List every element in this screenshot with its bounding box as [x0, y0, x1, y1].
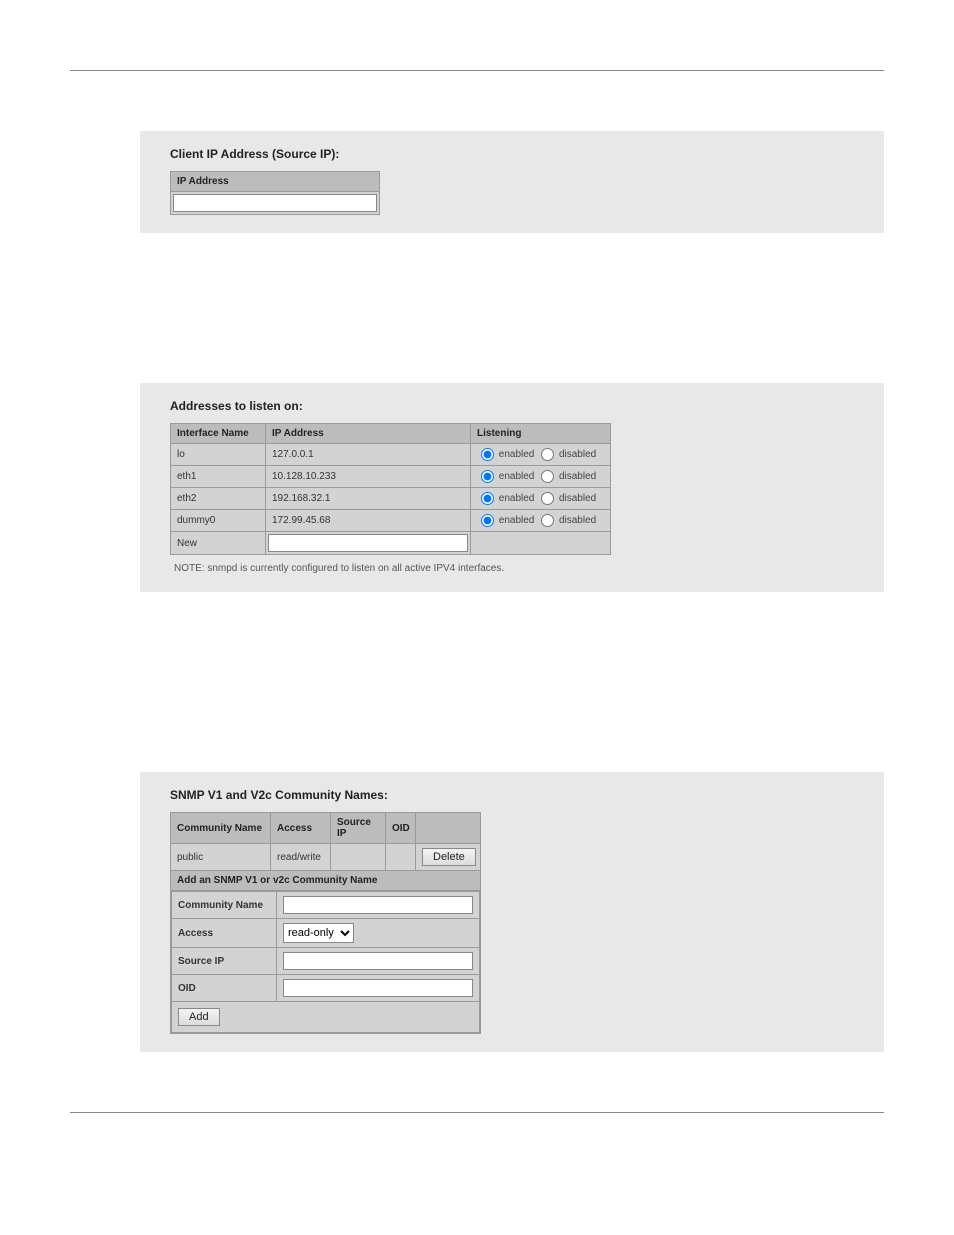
listen-ip: 192.168.32.1 — [266, 488, 471, 510]
table-row: eth110.128.10.233 enabled disabled — [171, 466, 611, 488]
listen-enabled-label: enabled — [499, 515, 535, 526]
listen-ip: 10.128.10.233 — [266, 466, 471, 488]
listen-iface: eth1 — [171, 466, 266, 488]
listen-disabled-label: disabled — [559, 515, 596, 526]
listen-disabled-radio[interactable] — [541, 470, 554, 483]
listen-ip: 172.99.45.68 — [266, 510, 471, 532]
listen-iface: dummy0 — [171, 510, 266, 532]
table-row: dummy0172.99.45.68 enabled disabled — [171, 510, 611, 532]
listen-disabled-label: disabled — [559, 471, 596, 482]
community-oid — [386, 844, 416, 871]
community-table: Community Name Access Source IP OID publ… — [170, 812, 481, 1034]
table-row: lo127.0.0.1 enabled disabled — [171, 444, 611, 466]
listen-enabled-radio[interactable] — [481, 448, 494, 461]
form-name-label: Community Name — [178, 900, 263, 911]
listen-radio-cell: enabled disabled — [471, 488, 611, 510]
form-source-label: Source IP — [178, 956, 224, 967]
listen-new-input[interactable] — [268, 534, 468, 552]
page: Client IP Address (Source IP): IP Addres… — [0, 0, 954, 1113]
listen-disabled-radio[interactable] — [541, 492, 554, 505]
form-source-input[interactable] — [283, 952, 473, 970]
client-ip-table: IP Address — [170, 171, 380, 215]
table-row: eth2192.168.32.1 enabled disabled — [171, 488, 611, 510]
client-ip-header: IP Address — [171, 172, 380, 192]
listen-enabled-radio[interactable] — [481, 492, 494, 505]
community-action: Delete — [416, 844, 481, 871]
community-panel: SNMP V1 and V2c Community Names: Communi… — [140, 772, 884, 1052]
community-header-oid: OID — [386, 813, 416, 844]
community-header-access: Access — [271, 813, 331, 844]
form-access-select[interactable]: read-onlyread/write — [283, 923, 354, 943]
community-header-source: Source IP — [331, 813, 386, 844]
listen-enabled-label: enabled — [499, 471, 535, 482]
client-ip-panel: Client IP Address (Source IP): IP Addres… — [140, 131, 884, 233]
community-header-name: Community Name — [171, 813, 271, 844]
client-ip-input[interactable] — [173, 194, 377, 212]
delete-button[interactable]: Delete — [422, 848, 476, 866]
listen-radio-cell: enabled disabled — [471, 510, 611, 532]
listen-disabled-radio[interactable] — [541, 448, 554, 461]
listen-header-listening: Listening — [471, 424, 611, 444]
form-oid-label: OID — [178, 983, 196, 994]
listen-radio-cell: enabled disabled — [471, 444, 611, 466]
table-row: publicread/write Delete — [171, 844, 481, 871]
listen-header-ip: IP Address — [266, 424, 471, 444]
community-name: public — [171, 844, 271, 871]
listen-iface: lo — [171, 444, 266, 466]
add-button[interactable]: Add — [178, 1008, 220, 1026]
listen-disabled-label: disabled — [559, 493, 596, 504]
listen-iface: eth2 — [171, 488, 266, 510]
listen-table: Interface Name IP Address Listening lo12… — [170, 423, 611, 555]
listen-enabled-radio[interactable] — [481, 470, 494, 483]
listen-panel: Addresses to listen on: Interface Name I… — [140, 383, 884, 592]
form-oid-input[interactable] — [283, 979, 473, 997]
listen-enabled-radio[interactable] — [481, 514, 494, 527]
community-title: SNMP V1 and V2c Community Names: — [170, 788, 874, 802]
listen-note: NOTE: snmpd is currently configured to l… — [174, 563, 874, 574]
client-ip-title: Client IP Address (Source IP): — [170, 147, 874, 161]
listen-enabled-label: enabled — [499, 493, 535, 504]
listen-ip: 127.0.0.1 — [266, 444, 471, 466]
listen-radio-cell: enabled disabled — [471, 466, 611, 488]
listen-enabled-label: enabled — [499, 449, 535, 460]
community-access: read/write — [271, 844, 331, 871]
listen-header-iface: Interface Name — [171, 424, 266, 444]
listen-disabled-radio[interactable] — [541, 514, 554, 527]
listen-new-label: New — [171, 532, 266, 555]
form-name-input[interactable] — [283, 896, 473, 914]
community-source — [331, 844, 386, 871]
form-access-label: Access — [178, 928, 213, 939]
community-header-blank — [416, 813, 481, 844]
listen-new-empty — [471, 532, 611, 555]
listen-title: Addresses to listen on: — [170, 399, 874, 413]
bottom-rule — [70, 1112, 884, 1113]
listen-disabled-label: disabled — [559, 449, 596, 460]
community-add-header: Add an SNMP V1 or v2c Community Name — [171, 871, 481, 891]
